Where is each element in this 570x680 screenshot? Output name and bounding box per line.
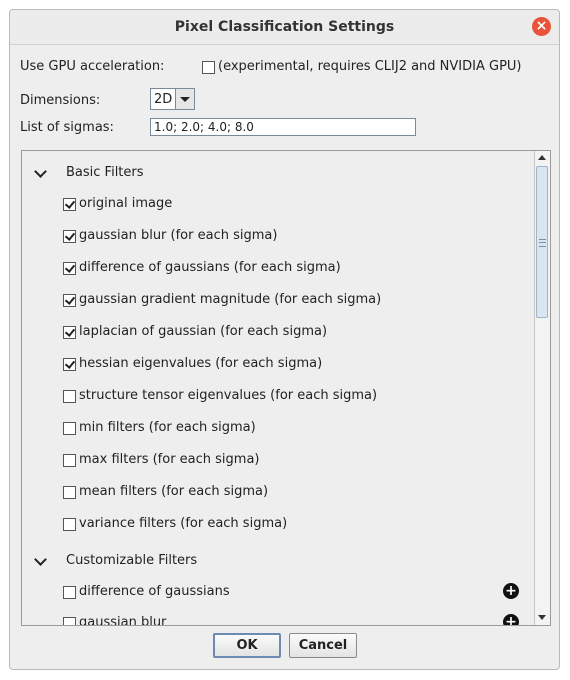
filter-label: mean filters (for each sigma)	[79, 484, 269, 499]
filter-label: gaussian gradient magnitude (for each si…	[79, 292, 382, 307]
custom-filter-row[interactable]: gaussian blur +	[22, 613, 522, 626]
vertical-scrollbar[interactable]	[534, 151, 550, 625]
filter-label: gaussian blur (for each sigma)	[79, 228, 278, 243]
sigmas-input[interactable]: 1.0; 2.0; 4.0; 8.0	[150, 118, 416, 136]
chevron-down-icon[interactable]	[34, 553, 47, 566]
dialog-title: Pixel Classification Settings	[174, 19, 395, 35]
filter-row-structure-tensor[interactable]: structure tensor eigenvalues (for each s…	[22, 386, 522, 406]
filter-checkbox[interactable]	[63, 617, 76, 625]
filter-checkbox[interactable]	[63, 422, 76, 435]
filter-checkbox[interactable]	[63, 326, 76, 339]
filter-checkbox[interactable]	[63, 518, 76, 531]
add-circle-icon[interactable]: +	[503, 614, 519, 625]
filter-checkbox[interactable]	[63, 390, 76, 403]
filter-checkbox[interactable]	[63, 230, 76, 243]
filter-checkbox[interactable]	[63, 198, 76, 211]
filter-row-variance[interactable]: variance filters (for each sigma)	[22, 514, 522, 534]
filter-row-mean[interactable]: mean filters (for each sigma)	[22, 482, 522, 502]
filter-label: min filters (for each sigma)	[79, 420, 256, 435]
filter-label: gaussian blur	[79, 615, 167, 626]
dimensions-value: 2D	[154, 92, 173, 107]
filter-label: hessian eigenvalues (for each sigma)	[79, 356, 323, 371]
basic-filters-title: Basic Filters	[66, 165, 144, 180]
sigmas-label: List of sigmas:	[20, 120, 114, 135]
custom-filters-title: Customizable Filters	[66, 553, 198, 568]
filter-label: difference of gaussians	[79, 584, 230, 599]
gpu-checkbox[interactable]	[202, 61, 215, 74]
filter-row-laplacian[interactable]: laplacian of gaussian (for each sigma)	[22, 322, 522, 342]
close-icon[interactable]: ×	[532, 17, 551, 36]
filter-row-min[interactable]: min filters (for each sigma)	[22, 418, 522, 438]
filter-checkbox[interactable]	[63, 358, 76, 371]
filter-checkbox[interactable]	[63, 486, 76, 499]
dimensions-label: Dimensions:	[20, 93, 101, 108]
filter-row-gaussian-blur[interactable]: gaussian blur (for each sigma)	[22, 226, 522, 246]
filter-checkbox[interactable]	[63, 454, 76, 467]
cancel-button[interactable]: Cancel	[289, 633, 357, 658]
gpu-label: Use GPU acceleration:	[20, 59, 165, 74]
filter-row-gradient-magnitude[interactable]: gaussian gradient magnitude (for each si…	[22, 290, 522, 310]
gpu-checkbox-label: (experimental, requires CLIJ2 and NVIDIA…	[218, 59, 522, 74]
basic-filters-header[interactable]: Basic Filters	[22, 163, 522, 183]
ok-button[interactable]: OK	[213, 633, 281, 658]
filter-label: max filters (for each sigma)	[79, 452, 260, 467]
dimensions-combo[interactable]: 2D	[150, 88, 195, 110]
filter-label: structure tensor eigenvalues (for each s…	[79, 388, 378, 403]
filter-label: laplacian of gaussian (for each sigma)	[79, 324, 328, 339]
chevron-down-icon[interactable]	[34, 165, 47, 178]
filter-row-original-image[interactable]: original image	[22, 194, 522, 214]
filters-panel: Basic Filters original image gaussian bl…	[21, 150, 551, 626]
title-bar: Pixel Classification Settings ×	[10, 10, 559, 45]
settings-dialog: Pixel Classification Settings × Use GPU …	[9, 9, 560, 670]
filter-checkbox[interactable]	[63, 586, 76, 599]
custom-filters-header[interactable]: Customizable Filters	[22, 551, 522, 571]
add-circle-icon[interactable]: +	[503, 583, 519, 599]
filter-row-difference-of-gaussians[interactable]: difference of gaussians (for each sigma)	[22, 258, 522, 278]
filter-row-hessian[interactable]: hessian eigenvalues (for each sigma)	[22, 354, 522, 374]
custom-filter-row[interactable]: difference of gaussians +	[22, 582, 522, 602]
scroll-down-arrow-icon[interactable]	[535, 611, 550, 625]
filter-row-max[interactable]: max filters (for each sigma)	[22, 450, 522, 470]
filter-label: variance filters (for each sigma)	[79, 516, 288, 531]
scroll-up-arrow-icon[interactable]	[535, 151, 550, 165]
filter-checkbox[interactable]	[63, 262, 76, 275]
filter-label: difference of gaussians (for each sigma)	[79, 260, 341, 275]
scrollbar-thumb[interactable]	[536, 166, 548, 318]
filter-checkbox[interactable]	[63, 294, 76, 307]
chevron-down-icon[interactable]	[175, 89, 194, 109]
filter-label: original image	[79, 196, 173, 211]
grip-icon	[539, 239, 546, 247]
